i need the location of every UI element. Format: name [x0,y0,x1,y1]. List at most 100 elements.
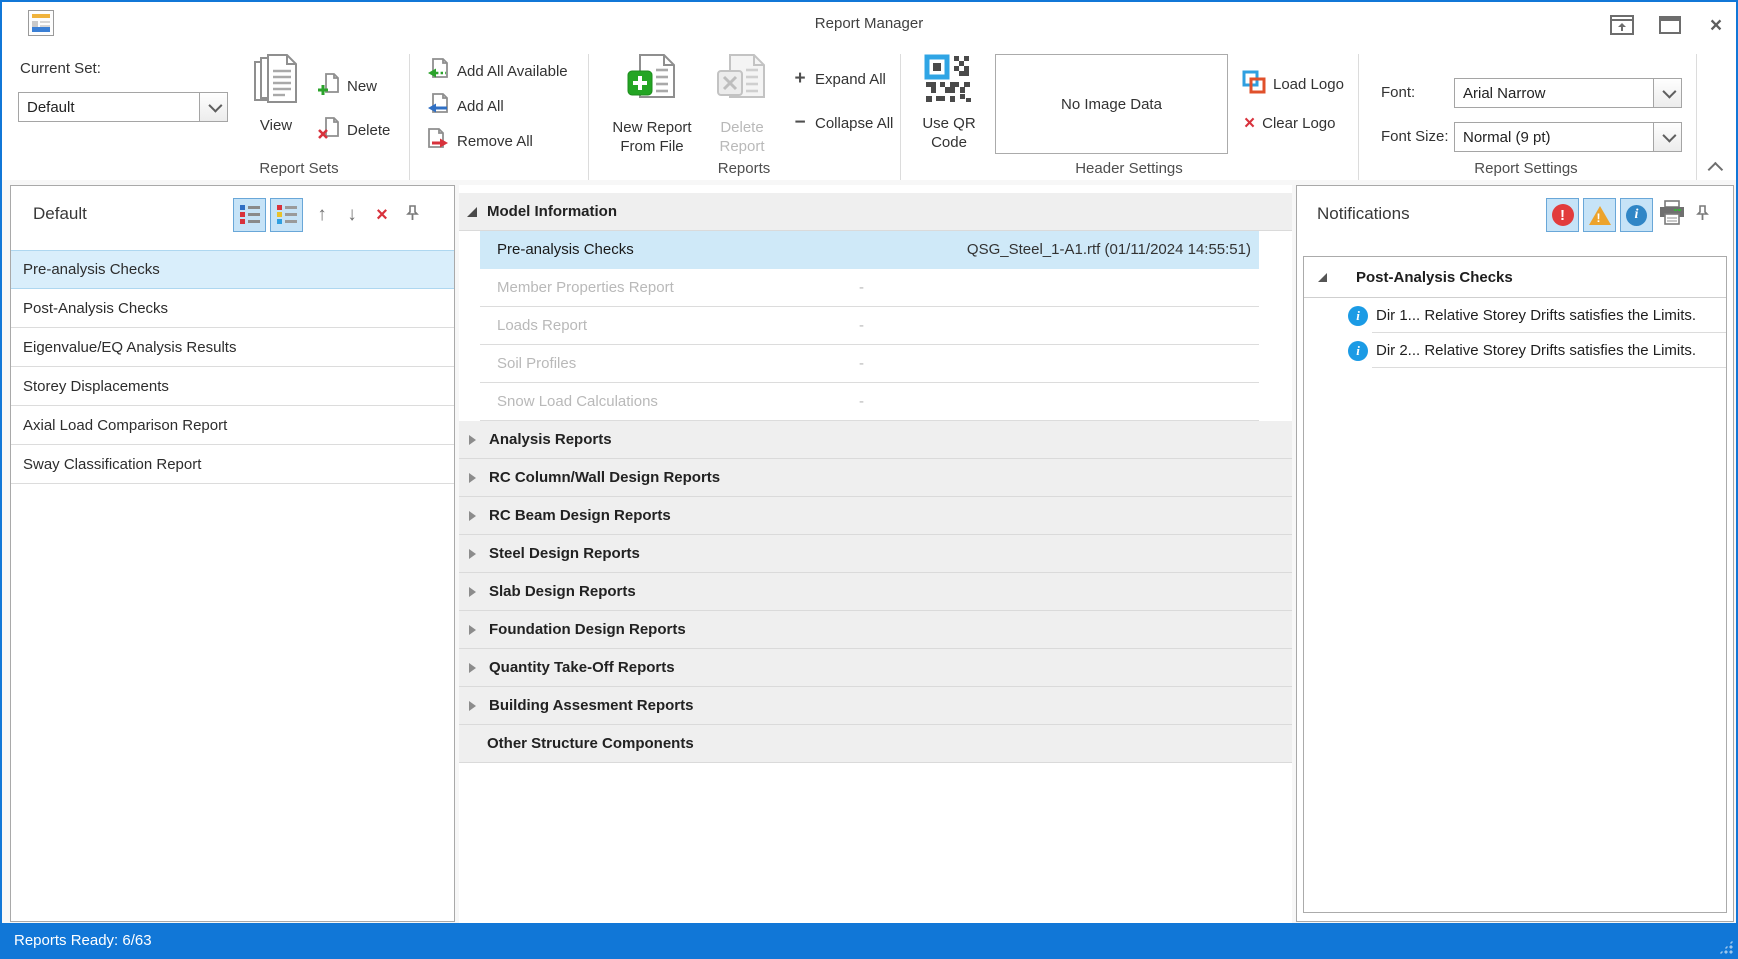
tree-item-row[interactable]: Soil Profiles - [480,345,1259,383]
remove-from-set-button[interactable]: × [367,198,397,232]
group-reports-toggle[interactable] [270,198,303,232]
tree-group-model-information[interactable]: Model Information [459,193,1292,231]
collapsed-triangle-icon [469,511,476,521]
clear-logo-button[interactable]: × Clear Logo [1244,114,1336,133]
arrow-up-icon: ↑ [317,204,327,226]
notification-item[interactable]: i Dir 2... Relative Storey Drifts satisf… [1304,333,1726,368]
list-item[interactable]: Axial Load Comparison Report [11,406,454,445]
current-set-value: Default [19,99,199,116]
font-label: Font: [1381,84,1415,101]
current-set-label: Current Set: [20,60,101,77]
new-set-button[interactable]: New [318,72,377,101]
font-combobox[interactable]: Arial Narrow [1454,78,1682,108]
use-qr-label-line2: Code [931,134,967,151]
list-item[interactable]: Eigenvalue/EQ Analysis Results [11,328,454,367]
show-warnings-toggle[interactable]: ! [1583,198,1616,232]
delete-set-label: Delete [347,122,390,139]
delete-report-label-line1: Delete [720,119,763,136]
expand-all-label: Expand All [815,71,886,88]
view-button[interactable]: View [240,54,312,135]
show-info-toggle[interactable]: i [1620,198,1653,232]
delete-set-button[interactable]: Delete [318,116,390,145]
font-dropdown-button[interactable] [1653,79,1681,107]
delete-report-button[interactable]: Delete Report [702,54,782,156]
remove-all-label: Remove All [457,133,533,150]
reports-group-label: Reports [588,160,900,177]
tree-group-collapsed[interactable]: RC Beam Design Reports [459,497,1292,535]
new-report-document-icon [626,54,678,113]
font-size-label: Font Size: [1381,128,1449,145]
chevron-up-icon [1707,161,1723,177]
current-set-combobox[interactable]: Default [18,92,228,122]
list-item[interactable]: Post-Analysis Checks [11,289,454,328]
move-down-button[interactable]: ↓ [337,198,367,232]
pin-icon [1696,205,1709,226]
collapse-ribbon-button[interactable] [1704,156,1730,178]
new-report-from-file-label: New Report From File [612,118,691,156]
close-button[interactable]: × [1700,12,1732,38]
tree-group-collapsed[interactable]: Foundation Design Reports [459,611,1292,649]
tree-item-file-info: - [859,279,864,296]
report-set-panel: Default ↑ ↓ × [10,185,455,922]
minus-icon: − [792,112,808,134]
tree-group-collapsed[interactable]: Analysis Reports [459,421,1292,459]
use-qr-code-button[interactable]: Use QR Code [916,54,982,152]
collapsed-triangle-icon [469,587,476,597]
list-item-label: Eigenvalue/EQ Analysis Results [23,339,236,356]
clear-logo-x-icon: × [1244,114,1255,133]
maximize-button[interactable] [1654,12,1686,38]
new-document-icon [318,72,340,101]
tree-group-collapsed[interactable]: Building Assesment Reports [459,687,1292,725]
add-all-available-icon [426,58,450,85]
resize-grip[interactable] [1719,940,1733,954]
tree-group-collapsed[interactable]: Slab Design Reports [459,573,1292,611]
tree-group-collapsed[interactable]: Quantity Take-Off Reports [459,649,1292,687]
move-up-button[interactable]: ↑ [307,198,337,232]
new-report-label-line2: From File [620,138,683,155]
load-logo-button[interactable]: Load Logo [1242,70,1344,99]
tree-item-row[interactable]: Member Properties Report - [480,269,1259,307]
font-size-dropdown-button[interactable] [1653,123,1681,151]
pin-panel-button[interactable] [1687,198,1717,232]
notification-item[interactable]: i Dir 1... Relative Storey Drifts satisf… [1304,298,1726,333]
tree-item-name: Pre-analysis Checks [497,241,634,258]
tree-item-row[interactable]: Snow Load Calculations - [480,383,1259,421]
collapse-all-label: Collapse All [815,115,893,132]
new-report-from-file-button[interactable]: New Report From File [606,54,698,156]
print-notifications-button[interactable] [1657,198,1687,232]
expand-all-button[interactable]: + Expand All [792,68,886,90]
tree-item-row[interactable]: Loads Report - [480,307,1259,345]
list-item[interactable]: Storey Displacements [11,367,454,406]
report-set-panel-title: Default [33,204,87,224]
use-qr-label-line1: Use QR [922,115,975,132]
list-item[interactable]: Sway Classification Report [11,445,454,484]
add-all-available-button[interactable]: Add All Available [426,58,568,85]
info-icon: i [1626,205,1647,226]
plus-icon: + [792,68,808,90]
tree-item-row[interactable]: Pre-analysis Checks QSG_Steel_1-A1.rtf (… [480,231,1259,269]
close-icon: × [1710,15,1722,36]
add-all-button[interactable]: Add All [426,93,504,120]
tree-item-file-info: - [859,393,864,410]
tree-group-label: Analysis Reports [489,431,612,448]
printer-icon [1658,200,1686,231]
add-all-label: Add All [457,98,504,115]
font-size-combobox[interactable]: Normal (9 pt) [1454,122,1682,152]
tree-group-collapsed[interactable]: RC Column/Wall Design Reports [459,459,1292,497]
notification-group-row[interactable]: Post-Analysis Checks [1304,257,1726,298]
tree-group-leaf[interactable]: Other Structure Components [459,725,1292,763]
show-errors-toggle[interactable]: ! [1546,198,1579,232]
show-all-reports-toggle[interactable] [233,198,266,232]
tree-group-label: Building Assesment Reports [489,697,693,714]
remove-all-icon [426,128,450,155]
pin-panel-button[interactable] [397,198,427,232]
collapse-all-button[interactable]: − Collapse All [792,112,893,134]
rollup-window-button[interactable] [1606,12,1638,38]
remove-all-button[interactable]: Remove All [426,128,533,155]
info-icon: i [1348,306,1368,326]
tree-group-collapsed[interactable]: Steel Design Reports [459,535,1292,573]
list-item[interactable]: Pre-analysis Checks [11,250,454,289]
current-set-dropdown-button[interactable] [199,93,227,121]
document-stack-icon [252,54,300,111]
arrow-down-icon: ↓ [347,204,357,226]
